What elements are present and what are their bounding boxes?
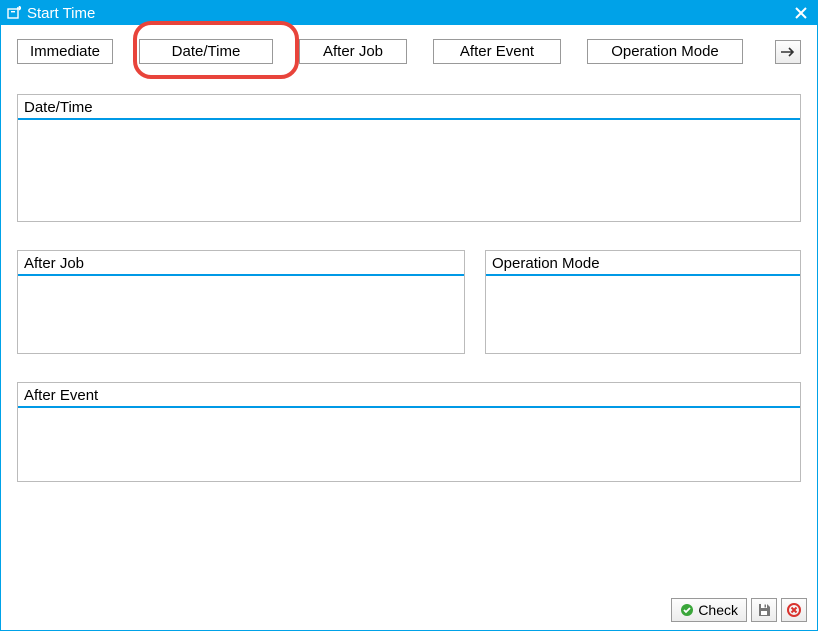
panel-datetime-title: Date/Time: [18, 95, 800, 120]
panel-afterjob: After Job: [17, 250, 465, 354]
tab-opmode[interactable]: Operation Mode: [587, 39, 743, 64]
content-area: Immediate Date/Time After Job After Even…: [1, 25, 817, 630]
check-button[interactable]: Check: [671, 598, 747, 622]
panel-datetime: Date/Time: [17, 94, 801, 222]
tab-row: Immediate Date/Time After Job After Even…: [17, 39, 801, 64]
row-afterevent: After Event: [17, 382, 801, 482]
start-time-window: Start Time Immediate Date/Time After Job…: [0, 0, 818, 631]
tab-afterjob[interactable]: After Job: [299, 39, 407, 64]
check-circle-icon: [680, 603, 694, 617]
panel-afterevent: After Event: [17, 382, 801, 482]
panel-datetime-body: [18, 120, 800, 221]
footer-bar: Check: [671, 598, 807, 622]
tab-datetime[interactable]: Date/Time: [139, 39, 273, 64]
close-button[interactable]: [791, 3, 811, 23]
panel-afterevent-body: [18, 408, 800, 481]
window-title: Start Time: [27, 5, 791, 22]
save-button[interactable]: [751, 598, 777, 622]
panel-afterjob-body: [18, 276, 464, 353]
panel-opmode-title: Operation Mode: [486, 251, 800, 276]
row-datetime: Date/Time: [17, 94, 801, 222]
panel-afterjob-title: After Job: [18, 251, 464, 276]
tab-afterevent[interactable]: After Event: [433, 39, 561, 64]
cancel-icon: [787, 603, 801, 617]
titlebar: Start Time: [1, 1, 817, 25]
save-icon: [757, 603, 771, 617]
arrow-right-icon: [781, 47, 795, 57]
next-arrow-button[interactable]: [775, 40, 801, 64]
share-icon: [7, 6, 21, 20]
panel-afterevent-title: After Event: [18, 383, 800, 408]
row-afterjob-opmode: After Job Operation Mode: [17, 250, 801, 354]
panel-opmode: Operation Mode: [485, 250, 801, 354]
check-button-label: Check: [698, 602, 738, 618]
cancel-button[interactable]: [781, 598, 807, 622]
tab-immediate[interactable]: Immediate: [17, 39, 113, 64]
close-icon: [795, 7, 807, 19]
panel-opmode-body: [486, 276, 800, 353]
